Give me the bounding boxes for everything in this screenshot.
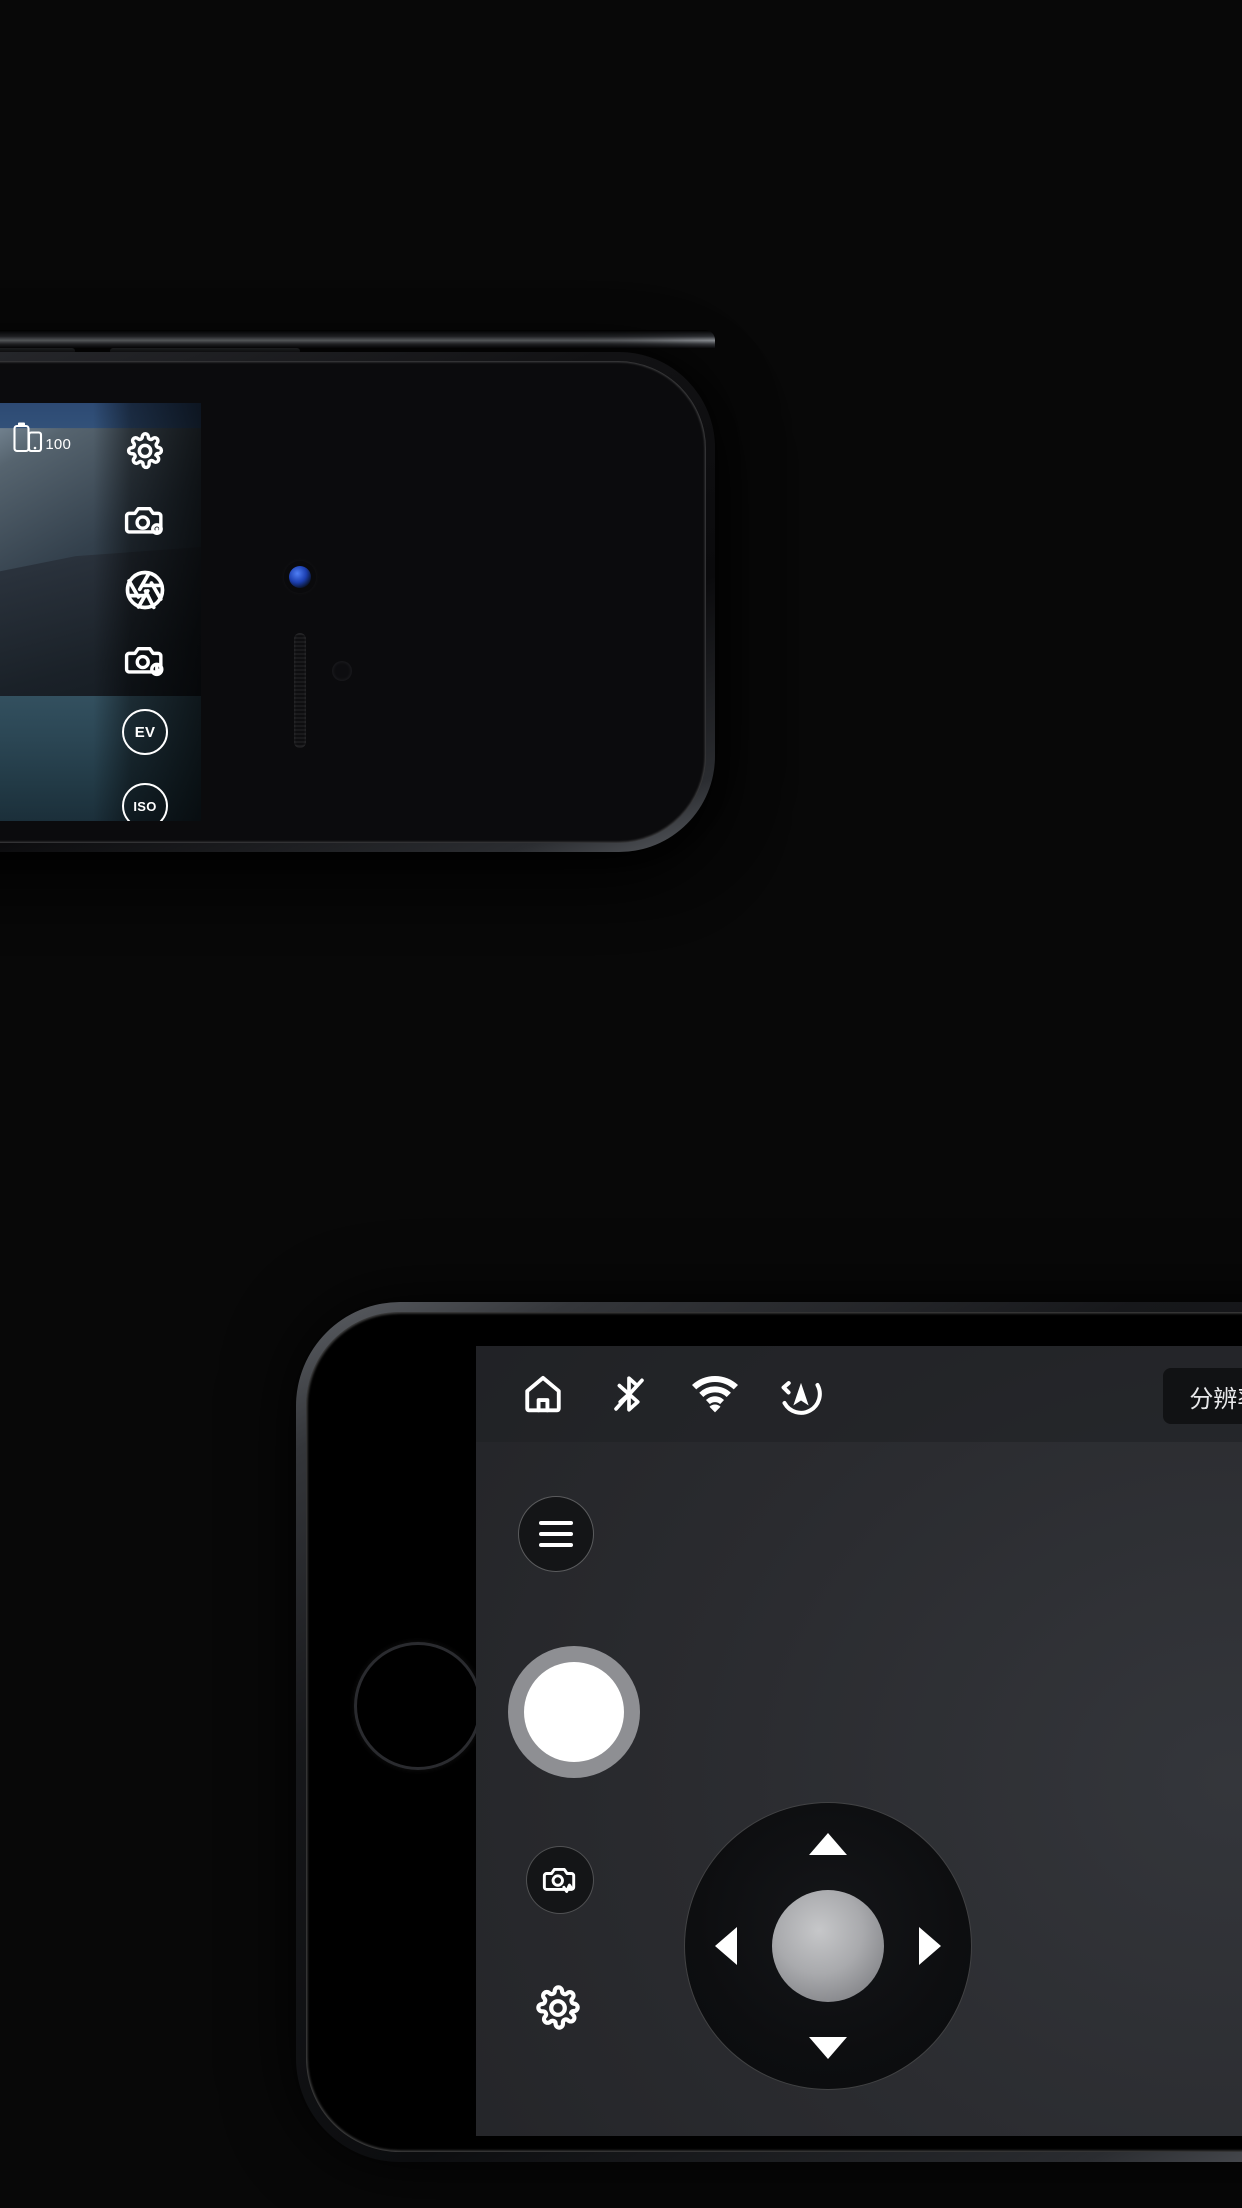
phone1-right-toolbar: EV ISO xyxy=(99,411,191,821)
timelapse-icon[interactable] xyxy=(122,639,168,681)
phone-device-remote-control: 分辨率 FPS 间隔 xyxy=(296,1302,1242,2162)
ev-button[interactable]: EV xyxy=(122,709,168,755)
camera-wave-icon xyxy=(542,1868,576,1893)
phone1-bezel: 100 100 xyxy=(0,361,706,843)
gear-icon xyxy=(536,1985,580,2030)
menu-line xyxy=(539,1532,573,1536)
iso-label: ISO xyxy=(122,783,168,821)
iso-button[interactable]: ISO xyxy=(122,783,168,821)
menu-line xyxy=(539,1521,573,1525)
screenshot-stage: 100 100 xyxy=(0,0,1242,2208)
remote-control-ui: 分辨率 FPS 间隔 xyxy=(476,1346,1242,2136)
front-camera-lens xyxy=(289,566,311,588)
camera-settings-icon[interactable] xyxy=(122,499,168,541)
shutter-button-core xyxy=(524,1662,624,1762)
joystick-knob[interactable] xyxy=(772,1890,884,2002)
camera-effects-button[interactable] xyxy=(526,1846,594,1914)
wifi-icon[interactable] xyxy=(692,1371,738,1417)
camera-clock-icon xyxy=(124,646,164,677)
arrow-right-icon[interactable] xyxy=(919,1927,941,1965)
menu-hamburger-icon[interactable] xyxy=(518,1496,594,1572)
phone-battery-icon xyxy=(13,422,43,453)
ambient-light-sensor xyxy=(332,661,352,681)
gear-icon xyxy=(126,432,164,470)
bluetooth-off-icon-glyph xyxy=(614,1376,644,1412)
earpiece-speaker xyxy=(294,633,306,748)
wifi-icon-glyph xyxy=(692,1375,738,1413)
settings-button[interactable] xyxy=(528,1978,588,2038)
home-button[interactable] xyxy=(354,1642,482,1770)
tab-resolution[interactable]: 分辨率 xyxy=(1163,1368,1242,1424)
arrow-down-icon[interactable] xyxy=(809,2037,847,2059)
phone2-top-bar xyxy=(476,1346,1242,1442)
phone1-screen: 100 100 xyxy=(0,403,201,821)
ev-label: EV xyxy=(122,709,168,755)
phone-device-camera-view: 100 100 xyxy=(0,352,715,852)
aperture-icon[interactable] xyxy=(122,569,168,611)
home-icon-glyph xyxy=(525,1375,561,1413)
phone-battery-value: 100 xyxy=(45,436,71,453)
directional-pad[interactable] xyxy=(684,1802,972,2090)
bluetooth-off-icon[interactable] xyxy=(606,1371,652,1417)
home-icon[interactable] xyxy=(520,1371,566,1417)
compass-icon[interactable] xyxy=(778,1371,824,1417)
phone1-top-rail xyxy=(0,330,715,348)
arrow-left-icon[interactable] xyxy=(715,1927,737,1965)
parameter-tabs: 分辨率 FPS 间隔 xyxy=(1163,1368,1242,1424)
arrow-up-icon[interactable] xyxy=(809,1833,847,1855)
settings-icon[interactable] xyxy=(122,431,168,471)
compass-icon-glyph xyxy=(781,1381,822,1415)
aperture-icon xyxy=(125,570,165,610)
camera-gear-icon xyxy=(124,506,163,535)
menu-line xyxy=(539,1543,573,1547)
battery-status-row: 100 100 xyxy=(0,421,71,453)
phone-battery-status: 100 xyxy=(13,421,71,453)
shutter-button[interactable] xyxy=(508,1646,640,1778)
phone2-bezel: 分辨率 FPS 间隔 xyxy=(306,1312,1242,2152)
phone2-screen: 分辨率 FPS 间隔 xyxy=(476,1346,1242,2136)
